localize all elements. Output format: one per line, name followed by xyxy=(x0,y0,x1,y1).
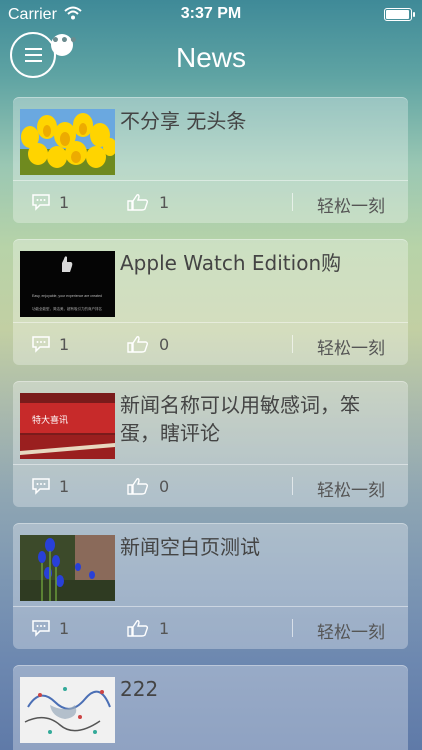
status-time: 3:37 PM xyxy=(180,5,242,22)
like-count: 1 xyxy=(159,193,170,212)
separator xyxy=(292,193,293,211)
news-title[interactable]: 不分享 无头条 xyxy=(120,107,398,135)
blue-flowers-thumbnail xyxy=(20,535,115,601)
news-title[interactable]: 新闻名称可以用敏感词，笨蛋，瞎评论 xyxy=(120,391,398,447)
comment-icon[interactable] xyxy=(31,477,51,495)
news-card[interactable]: 特大喜讯 新闻名称可以用敏感词，笨蛋，瞎评论 1 0 轻松一刻 xyxy=(13,381,408,507)
like-count: 1 xyxy=(159,619,170,638)
news-title[interactable]: Apple Watch Edition购 xyxy=(120,249,398,277)
news-source[interactable]: 轻松一刻 xyxy=(317,618,385,643)
apple-watch-thumbnail: Easy, enjoyable, your experience are cre… xyxy=(20,251,115,317)
card-footer: 1 1 轻松一刻 xyxy=(13,181,408,223)
news-card[interactable]: 不分享 无头条 1 1 轻松一刻 xyxy=(13,97,408,223)
thumb-caption-line2: 功能全能型，简洁美，超有吸引力的商户排名 xyxy=(32,306,102,311)
comment-icon[interactable] xyxy=(31,193,51,211)
red-banner-thumbnail: 特大喜讯 xyxy=(20,393,115,459)
banner-text: 特大喜讯 xyxy=(32,414,68,426)
news-card[interactable]: 222 xyxy=(13,665,408,750)
like-count: 0 xyxy=(159,335,170,354)
comment-count: 1 xyxy=(59,193,70,212)
comment-count: 1 xyxy=(59,619,70,638)
news-source[interactable]: 轻松一刻 xyxy=(317,192,385,217)
thumb-caption-line1: Easy, enjoyable, your experience are cre… xyxy=(32,294,102,298)
like-icon[interactable] xyxy=(127,477,149,495)
separator xyxy=(292,619,293,637)
status-bar: Carrier 3:37 PM xyxy=(0,0,422,30)
news-card[interactable]: Easy, enjoyable, your experience are cre… xyxy=(13,239,408,365)
page-title: News xyxy=(175,42,246,73)
comment-count: 1 xyxy=(59,477,70,496)
like-icon[interactable] xyxy=(127,193,149,211)
comment-icon[interactable] xyxy=(31,619,51,637)
separator xyxy=(292,335,293,353)
news-source[interactable]: 轻松一刻 xyxy=(317,476,385,501)
like-icon[interactable] xyxy=(127,335,149,353)
news-source[interactable]: 轻松一刻 xyxy=(317,334,385,359)
news-title[interactable]: 新闻空白页测试 xyxy=(120,533,398,561)
news-card[interactable]: 新闻空白页测试 1 1 轻松一刻 xyxy=(13,523,408,649)
comment-icon[interactable] xyxy=(31,335,51,353)
abstract-thumbnail xyxy=(20,677,115,743)
like-icon[interactable] xyxy=(127,619,149,637)
nav-bar: ••• News xyxy=(0,30,422,90)
tulips-thumbnail xyxy=(20,109,115,175)
separator xyxy=(292,477,293,495)
card-footer: 1 0 轻松一刻 xyxy=(13,465,408,507)
card-footer: 1 1 轻松一刻 xyxy=(13,607,408,649)
like-count: 0 xyxy=(159,477,170,496)
card-footer: 1 0 轻松一刻 xyxy=(13,323,408,365)
battery-icon xyxy=(384,8,415,21)
comment-count: 1 xyxy=(59,335,70,354)
news-title[interactable]: 222 xyxy=(120,675,398,703)
